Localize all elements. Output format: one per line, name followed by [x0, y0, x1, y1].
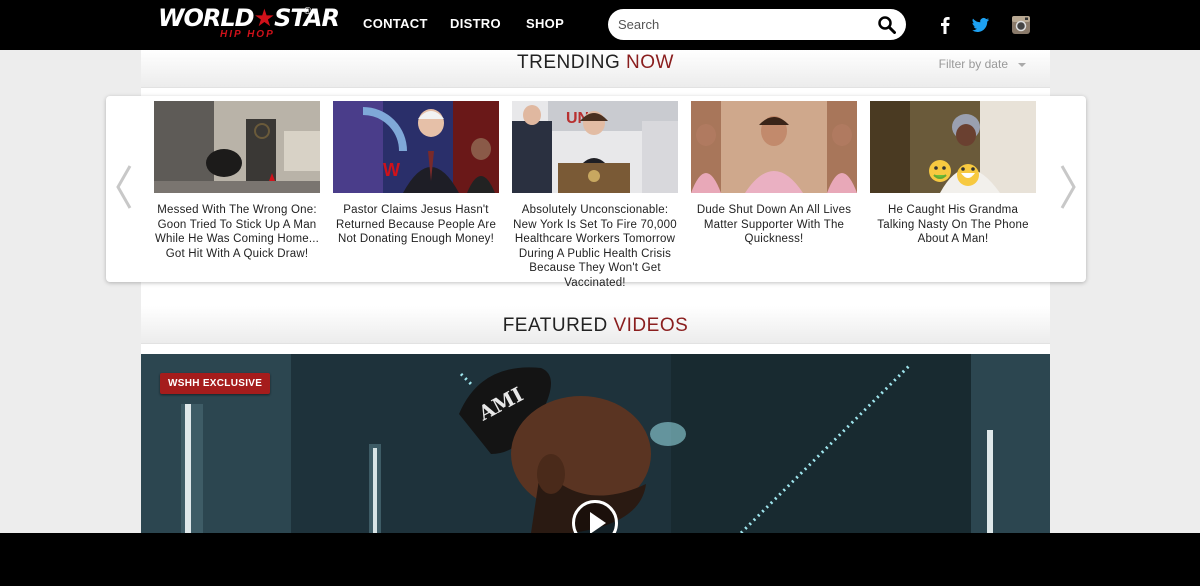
trending-thumbnail[interactable] — [154, 101, 320, 193]
caret-down-icon — [1018, 62, 1026, 67]
featured-title-accent: VIDEOS — [613, 315, 689, 336]
play-icon — [590, 512, 606, 533]
trending-title-accent: NOW — [626, 52, 674, 73]
trending-card[interactable]: W Pastor Claims Jesus Hasn't Returned Be… — [333, 101, 499, 247]
trending-heading: TRENDING NOW — [141, 52, 1050, 74]
filter-label: Filter by date — [938, 57, 1008, 71]
nav-shop-link[interactable]: SHOP — [526, 16, 564, 31]
trending-card[interactable]: UNS Absolutely Unconscionable: New York … — [512, 101, 678, 291]
play-button[interactable] — [572, 500, 618, 533]
logo-text-world: WORLD — [158, 4, 255, 32]
trending-caption[interactable]: He Caught His Grandma Talking Nasty On T… — [870, 203, 1036, 247]
twitter-icon[interactable] — [969, 14, 991, 36]
logo-star-icon: ★ — [253, 4, 275, 32]
trending-caption[interactable]: Pastor Claims Jesus Hasn't Returned Beca… — [333, 203, 499, 247]
logo-registered-mark: ® — [304, 6, 312, 17]
instagram-icon[interactable] — [1010, 14, 1032, 36]
trending-caption[interactable]: Messed With The Wrong One: Goon Tried To… — [154, 203, 320, 261]
carousel-next-arrow-icon[interactable] — [1058, 164, 1078, 210]
search-box — [608, 9, 906, 40]
featured-video-player[interactable]: AMI WSHH EXCLUSIVE — [141, 354, 1050, 533]
trending-title: TRENDING — [517, 52, 621, 73]
trending-thumbnail[interactable] — [691, 101, 857, 193]
svg-text:W: W — [383, 160, 400, 180]
top-nav-bar: WORLD★STAR HIP HOP ® CONTACT DISTRO SHOP — [0, 0, 1200, 50]
trending-card[interactable]: Dude Shut Down An All Lives Matter Suppo… — [691, 101, 857, 247]
featured-title: FEATURED — [502, 315, 608, 336]
trending-caption[interactable]: Absolutely Unconscionable: New York Is S… — [512, 203, 678, 291]
search-input[interactable] — [618, 14, 868, 35]
logo-wordmark: WORLD★STAR — [158, 4, 340, 32]
trending-caption[interactable]: Dude Shut Down An All Lives Matter Suppo… — [691, 203, 857, 247]
filter-by-date-dropdown[interactable]: Filter by date — [939, 57, 1026, 71]
nav-distro-link[interactable]: DISTRO — [450, 16, 501, 31]
logo-subtitle: HIP HOP — [220, 29, 275, 40]
trending-carousel: Messed With The Wrong One: Goon Tried To… — [106, 96, 1086, 289]
trending-card[interactable]: Messed With The Wrong One: Goon Tried To… — [154, 101, 320, 261]
bottom-black-bar — [0, 533, 1200, 586]
exclusive-badge: WSHH EXCLUSIVE — [160, 373, 271, 394]
nav-contact-link[interactable]: CONTACT — [363, 16, 428, 31]
trending-thumbnail[interactable]: W — [333, 101, 499, 193]
worldstar-logo[interactable]: WORLD★STAR HIP HOP ® — [158, 6, 340, 44]
search-icon[interactable] — [878, 16, 896, 34]
carousel-prev-arrow-icon[interactable] — [114, 164, 134, 210]
trending-card[interactable]: He Caught His Grandma Talking Nasty On T… — [870, 101, 1036, 247]
facebook-icon[interactable] — [934, 14, 956, 36]
trending-thumbnail[interactable] — [870, 101, 1036, 193]
featured-heading: FEATURED VIDEOS — [141, 315, 1050, 337]
trending-thumbnail[interactable]: UNS — [512, 101, 678, 193]
